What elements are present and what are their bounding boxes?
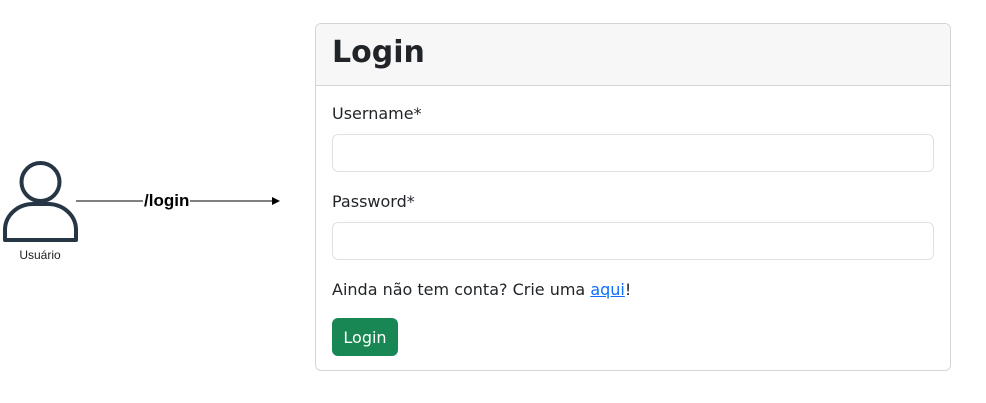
login-card: Login Username* Password* Ainda não tem … [315, 23, 951, 371]
password-label: Password* [332, 192, 415, 211]
card-body: Username* Password* Ainda não tem conta?… [316, 86, 950, 356]
signup-prompt: Ainda não tem conta? Crie uma aqui! [332, 280, 934, 300]
user-icon [3, 161, 78, 242]
signup-link[interactable]: aqui [590, 280, 625, 299]
actor-label: Usuário [19, 248, 61, 262]
username-label: Username* [332, 104, 422, 123]
signup-text: Ainda não tem conta? Crie uma [332, 280, 591, 299]
signup-text-end: ! [624, 280, 632, 299]
page: Usuário /login Login Username* Password*… [0, 0, 986, 403]
login-button[interactable]: Login [332, 318, 398, 356]
page-title: Login [332, 35, 425, 70]
username-field[interactable] [332, 134, 934, 172]
password-field[interactable] [332, 222, 934, 260]
route-label: /login [143, 191, 191, 211]
card-header: Login [316, 24, 950, 86]
